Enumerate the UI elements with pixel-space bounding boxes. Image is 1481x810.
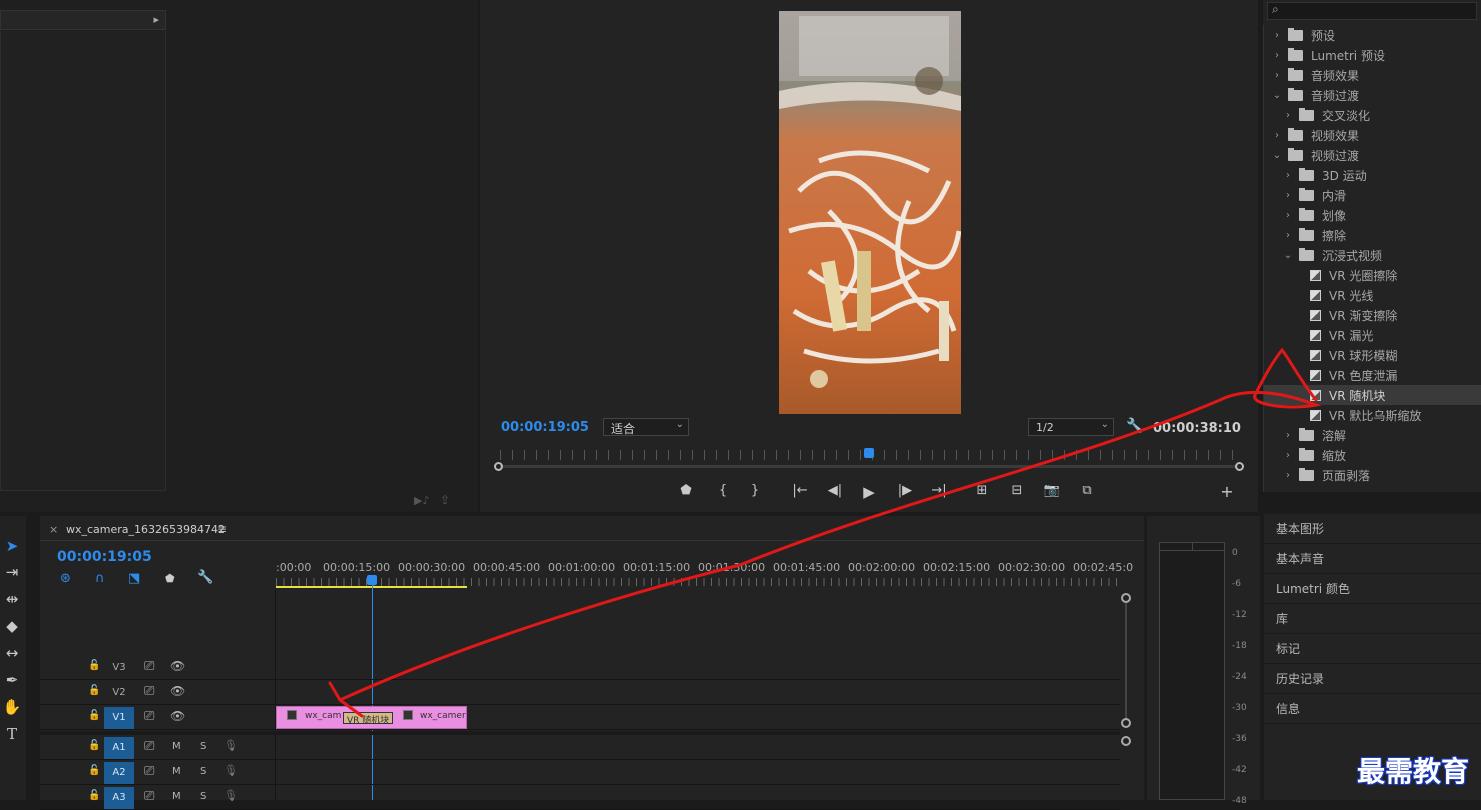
- watermark-text: 最需教育: [1357, 755, 1470, 788]
- annotation-arrow: [328, 347, 1322, 718]
